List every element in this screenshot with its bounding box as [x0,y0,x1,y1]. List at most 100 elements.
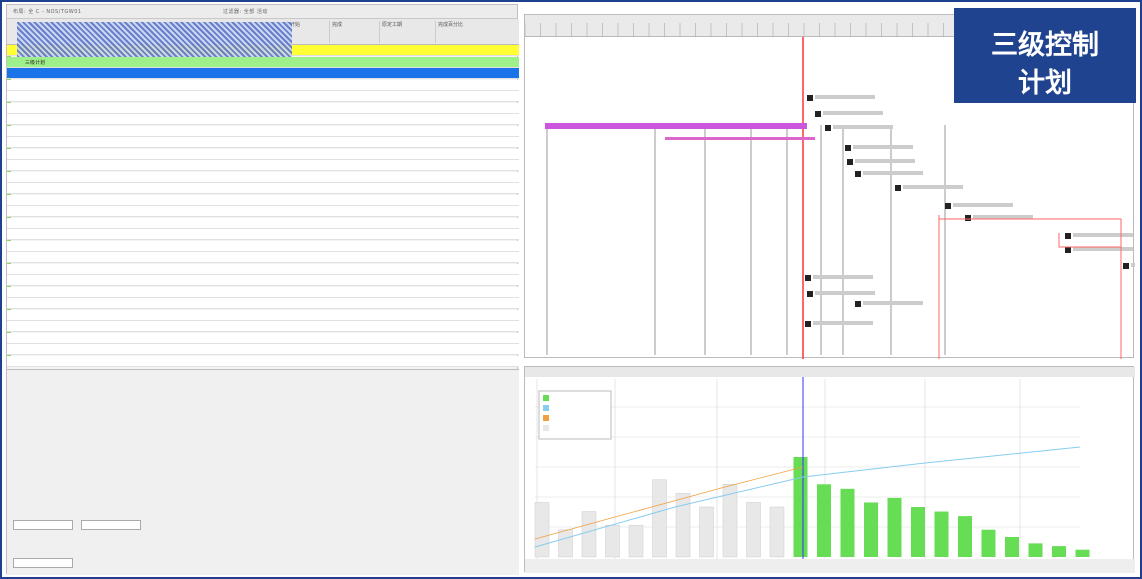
table-row[interactable] [7,125,519,137]
table-row[interactable] [7,252,519,263]
legend-swatch [543,425,549,431]
usage-bar [1075,549,1090,557]
activity-label-placeholder [953,203,1013,207]
usage-bar [1028,543,1043,557]
badge-title-line2: 计划 [1018,68,1072,99]
table-row[interactable] [7,194,519,206]
activity-label-placeholder [973,215,1033,219]
table-row[interactable] [7,206,519,217]
activity-label-placeholder [863,171,923,175]
layout-label[interactable]: 布局: 全 C - NOS/TGW01 [13,8,82,15]
table-row[interactable] [7,148,519,160]
activity-label-placeholder [1073,247,1133,251]
usage-bar [793,457,808,557]
legend-swatch [543,395,549,401]
table-row[interactable] [7,321,519,332]
usage-bar [675,493,691,558]
usage-canvas [525,367,1135,573]
table-cell: 三级计划 [25,59,46,66]
activity-label-placeholder [823,111,883,115]
option-a[interactable] [13,520,73,530]
table-row[interactable] [7,309,519,321]
table-row[interactable] [7,114,519,125]
table-row[interactable] [7,217,519,229]
table-row[interactable]: 三级计划 [7,56,519,68]
cumulative-line-orange [534,466,804,540]
table-row[interactable] [7,160,519,171]
activity-bar [665,137,815,140]
table-row[interactable] [7,171,519,183]
usage-bar [605,524,620,558]
chart-title-bar [525,367,1135,377]
milestone-marker [1065,233,1071,239]
activity-label-placeholder [813,321,873,325]
usage-bar [1052,546,1066,557]
option-c[interactable] [13,558,73,568]
table-row[interactable] [7,240,519,252]
usage-bar [981,529,996,557]
column-header[interactable]: 原定工期 [379,21,402,43]
table-row[interactable] [7,79,519,91]
column-header[interactable]: 完成百分比 [435,21,463,43]
table-row[interactable] [7,137,519,148]
milestone-marker [805,321,811,327]
obscured-header-region [17,22,292,57]
milestone-marker [855,301,861,307]
table-row[interactable] [7,298,519,309]
milestone-marker [815,111,821,117]
milestone-marker [855,171,861,177]
legend-swatch [543,405,549,411]
activity-label-placeholder [853,145,913,149]
milestone-marker [895,185,901,191]
milestone-marker [845,145,851,151]
table-row[interactable] [7,275,519,286]
activity-label-placeholder [863,301,923,305]
badge-title-line1: 三级控制 [991,30,1099,61]
usage-bar [817,484,831,557]
usage-bar [746,502,761,558]
milestone-marker [847,159,853,165]
table-row[interactable] [7,183,519,194]
usage-bar [911,507,925,557]
milestone-marker [1123,263,1129,269]
usage-bar [581,511,597,558]
legend-swatch [543,415,549,421]
activity-table-panel: 布局: 全 C - NOS/TGW01 过滤器: 全部 活动 开始 完成 原定工… [6,4,519,575]
milestone-marker [807,95,813,101]
option-b[interactable] [81,520,141,530]
usage-bar [958,516,972,557]
table-row[interactable] [7,355,519,367]
table-row[interactable] [7,263,519,275]
usage-bar [558,529,573,558]
table-row[interactable] [7,344,519,355]
table-row[interactable] [7,332,519,344]
activity-label-placeholder [1073,233,1133,237]
column-header[interactable]: 完成 [329,21,342,43]
critical-path-line [938,215,1122,263]
usage-bar [840,488,855,557]
usage-bar [887,497,902,557]
filter-label[interactable]: 过滤器: 全部 活动 [223,8,268,15]
activity-label-placeholder [815,291,875,295]
table-row[interactable] [7,102,519,114]
activity-label-placeholder [1131,263,1135,267]
summary-bar [545,123,807,129]
usage-bar [864,502,878,557]
activity-label-placeholder [903,185,963,189]
usage-bar [652,479,667,558]
table-row[interactable] [7,229,519,240]
milestone-marker [945,203,951,209]
activity-label-placeholder [855,159,915,163]
table-row[interactable] [7,68,519,79]
milestone-marker [1065,247,1071,253]
layout-toolbar[interactable]: 布局: 全 C - NOS/TGW01 过滤器: 全部 活动 [7,5,517,19]
milestone-marker [965,215,971,221]
usage-bar [628,524,644,558]
table-row[interactable] [7,286,519,298]
table-row[interactable] [7,91,519,102]
activity-label-placeholder [813,275,873,279]
milestone-marker [807,291,813,297]
usage-bar [1005,537,1019,557]
usage-bar [699,506,714,558]
usage-bar [534,502,550,558]
